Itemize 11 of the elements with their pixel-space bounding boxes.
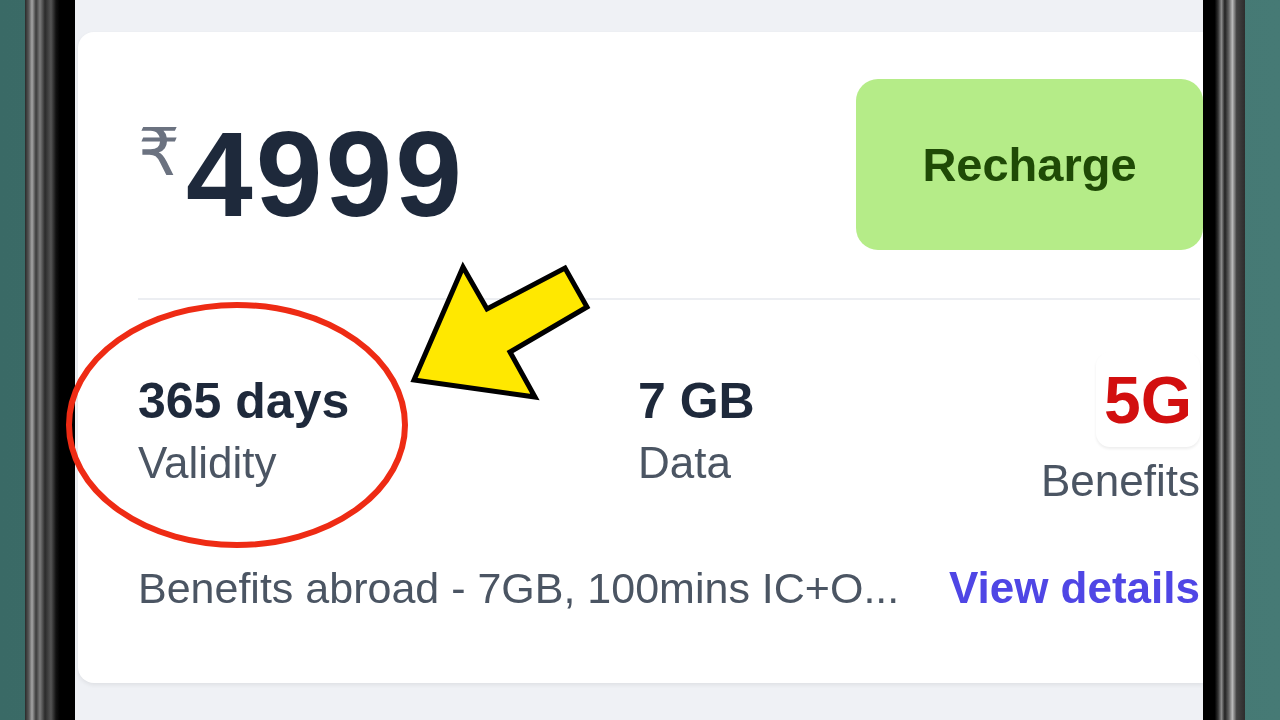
stat-label: Validity	[138, 436, 277, 489]
currency-symbol: ₹	[138, 120, 180, 186]
stat-label: Benefits	[1041, 455, 1200, 507]
recharge-button[interactable]: Recharge	[856, 79, 1203, 250]
stat-value: 7 GB	[638, 371, 755, 431]
benefits-text: Benefits abroad - 7GB, 100mins IC+O...	[138, 562, 900, 614]
network-logo: 5G	[1096, 352, 1200, 447]
view-details-link[interactable]: View details	[948, 561, 1200, 615]
price-amount: 4999	[186, 114, 465, 234]
stat-value: 365 days	[138, 371, 350, 431]
stat-label: Data	[638, 436, 731, 489]
